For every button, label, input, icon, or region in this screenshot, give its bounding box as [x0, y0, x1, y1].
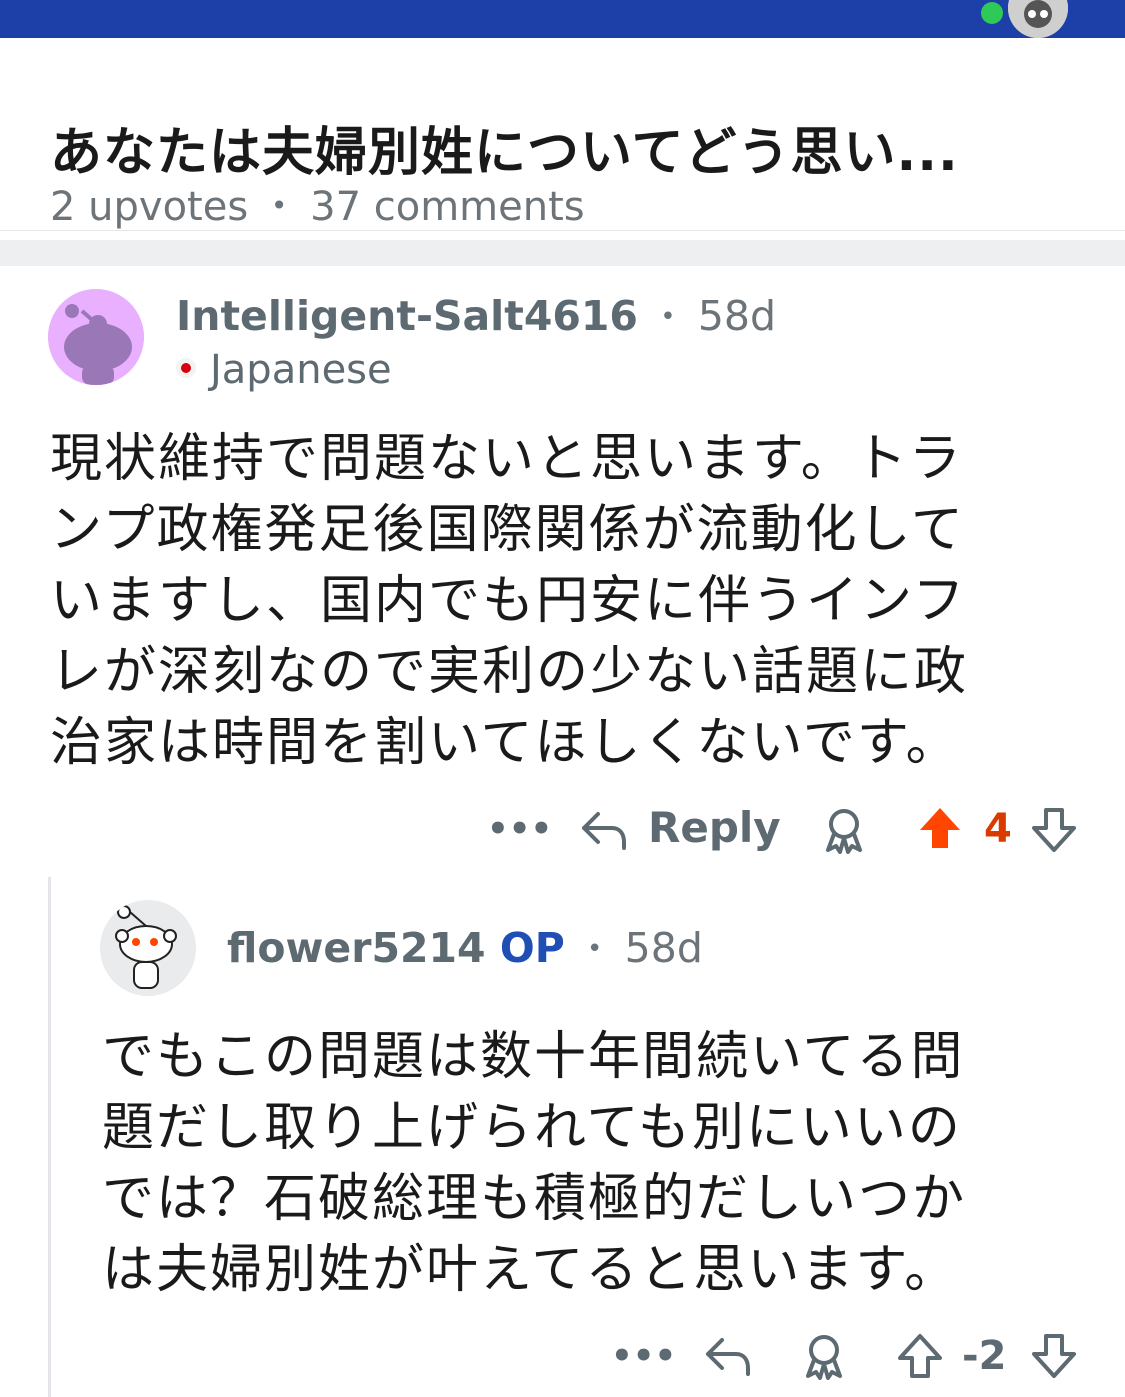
- top-app-bar: [0, 0, 1125, 38]
- comment-count: 37 comments: [310, 184, 585, 230]
- online-status-dot: [981, 2, 1003, 24]
- comment-body: でもこの問題は数十年間続いてる問 題だし取り上げられても別にいいの では？石破総…: [102, 1022, 1102, 1306]
- post-header: あなたは夫婦別姓についてどう思い... 2 upvotes • 37 comme…: [0, 38, 1125, 231]
- post-meta: 2 upvotes • 37 comments: [50, 184, 585, 230]
- award-icon[interactable]: [800, 1332, 848, 1380]
- separator: •: [587, 934, 603, 964]
- comment-line: ンプ政権発足後国際関係が流動化して: [50, 500, 965, 560]
- comment-age: 58d: [697, 292, 777, 340]
- comment-line: 現状維持で問題ないと思います。トラ: [50, 429, 963, 489]
- vote-score: -2: [962, 1333, 1007, 1379]
- username-text[interactable]: Intelligent-Salt4616: [176, 292, 638, 340]
- separator: •: [660, 302, 676, 332]
- flair-text: Japanese: [210, 347, 392, 393]
- award-icon[interactable]: [820, 806, 868, 854]
- reply-button[interactable]: Reply: [648, 803, 781, 852]
- upvote-count: 2 upvotes: [50, 184, 249, 230]
- comment-line: では？石破総理も積極的だしいつか: [102, 1169, 967, 1229]
- more-options-button[interactable]: •••: [611, 1336, 676, 1376]
- upvote-icon[interactable]: [916, 804, 964, 852]
- comment-line: は夫婦別姓が叶えてると思います。: [102, 1240, 959, 1300]
- comment-author[interactable]: Intelligent-Salt4616 • 58d: [176, 292, 776, 340]
- commenter-avatar[interactable]: [48, 289, 144, 385]
- comment-line: レが深刻なので実利の少ない話題に政: [50, 642, 969, 702]
- more-options-button[interactable]: •••: [487, 809, 552, 849]
- thread-line[interactable]: [48, 877, 51, 1397]
- username-text[interactable]: flower5214: [227, 924, 486, 972]
- reply-icon[interactable]: [704, 1334, 752, 1378]
- comment-line: いますし、国内でも円安に伴うインフ: [50, 571, 967, 631]
- comment-line: でもこの問題は数十年間続いてる問: [102, 1027, 965, 1087]
- comment-body: 現状維持で問題ないと思います。トラ ンプ政権発足後国際関係が流動化して いますし…: [50, 424, 1090, 779]
- meta-separator: •: [270, 189, 288, 222]
- japan-flag-icon: [176, 358, 196, 378]
- comment-line: 治家は時間を割いてほしくないです。: [50, 713, 960, 773]
- user-flair: Japanese: [176, 347, 392, 393]
- commenter-avatar[interactable]: [100, 900, 196, 996]
- op-badge: OP: [499, 924, 565, 972]
- section-divider: [0, 240, 1125, 266]
- downvote-icon[interactable]: [1030, 1332, 1078, 1380]
- vote-score: 4: [984, 806, 1012, 852]
- reply-icon[interactable]: [580, 808, 628, 852]
- upvote-icon[interactable]: [896, 1332, 944, 1380]
- comment-line: 題だし取り上げられても別にいいの: [102, 1098, 962, 1158]
- downvote-icon[interactable]: [1030, 806, 1078, 854]
- comment-author[interactable]: flower5214 OP • 58d: [227, 924, 703, 972]
- post-title[interactable]: あなたは夫婦別姓についてどう思い...: [50, 110, 959, 185]
- comment-age: 58d: [624, 924, 703, 972]
